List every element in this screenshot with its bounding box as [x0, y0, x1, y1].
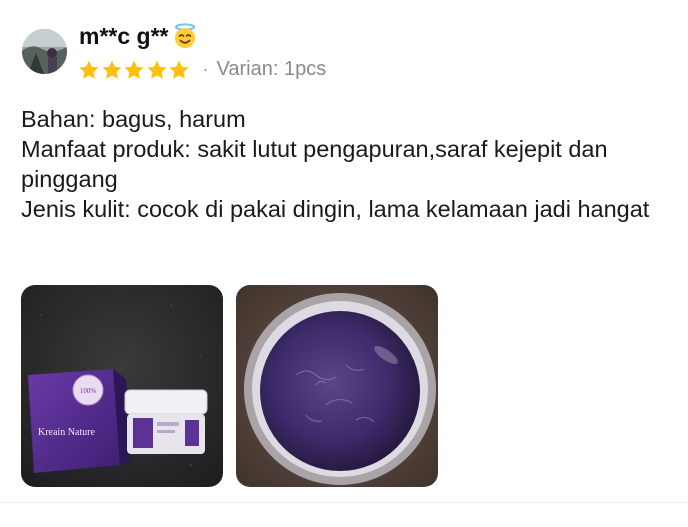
user-avatar[interactable]	[22, 29, 67, 74]
review-card: m**c g** · Varian: 1pcs Bahan: bagus, ha…	[0, 0, 688, 527]
review-photo-product-box[interactable]: 100% Kreain Nature	[21, 285, 223, 487]
star-icon	[102, 60, 121, 79]
review-photo-open-jar[interactable]	[236, 285, 438, 487]
review-text: Bahan: bagus, harum Manfaat produk: saki…	[21, 104, 671, 224]
star-rating	[78, 59, 191, 81]
bottom-divider	[0, 502, 688, 503]
review-text-line: Manfaat produk: sakit lutut pengapuran,s…	[21, 136, 615, 192]
review-meta: · Varian: 1pcs	[78, 58, 326, 81]
review-text-line: Bahan: bagus, harum	[21, 106, 246, 132]
star-icon	[79, 60, 99, 79]
star-icon	[124, 60, 144, 79]
review-text-line: Jenis kulit: cocok di pakai dingin, lama…	[21, 196, 650, 222]
meta-separator: ·	[202, 59, 209, 79]
star-icon	[169, 60, 189, 79]
star-icon	[147, 60, 166, 79]
box-badge-text: 100%	[80, 387, 97, 395]
box-brand-text: Kreain Nature	[38, 427, 95, 438]
variant-label: Varian: 1pcs	[216, 58, 327, 80]
reviewer-name-text: m**c g**	[79, 22, 169, 49]
smiling-face-with-halo-icon	[171, 22, 199, 50]
reviewer-name[interactable]: m**c g**	[79, 22, 199, 50]
